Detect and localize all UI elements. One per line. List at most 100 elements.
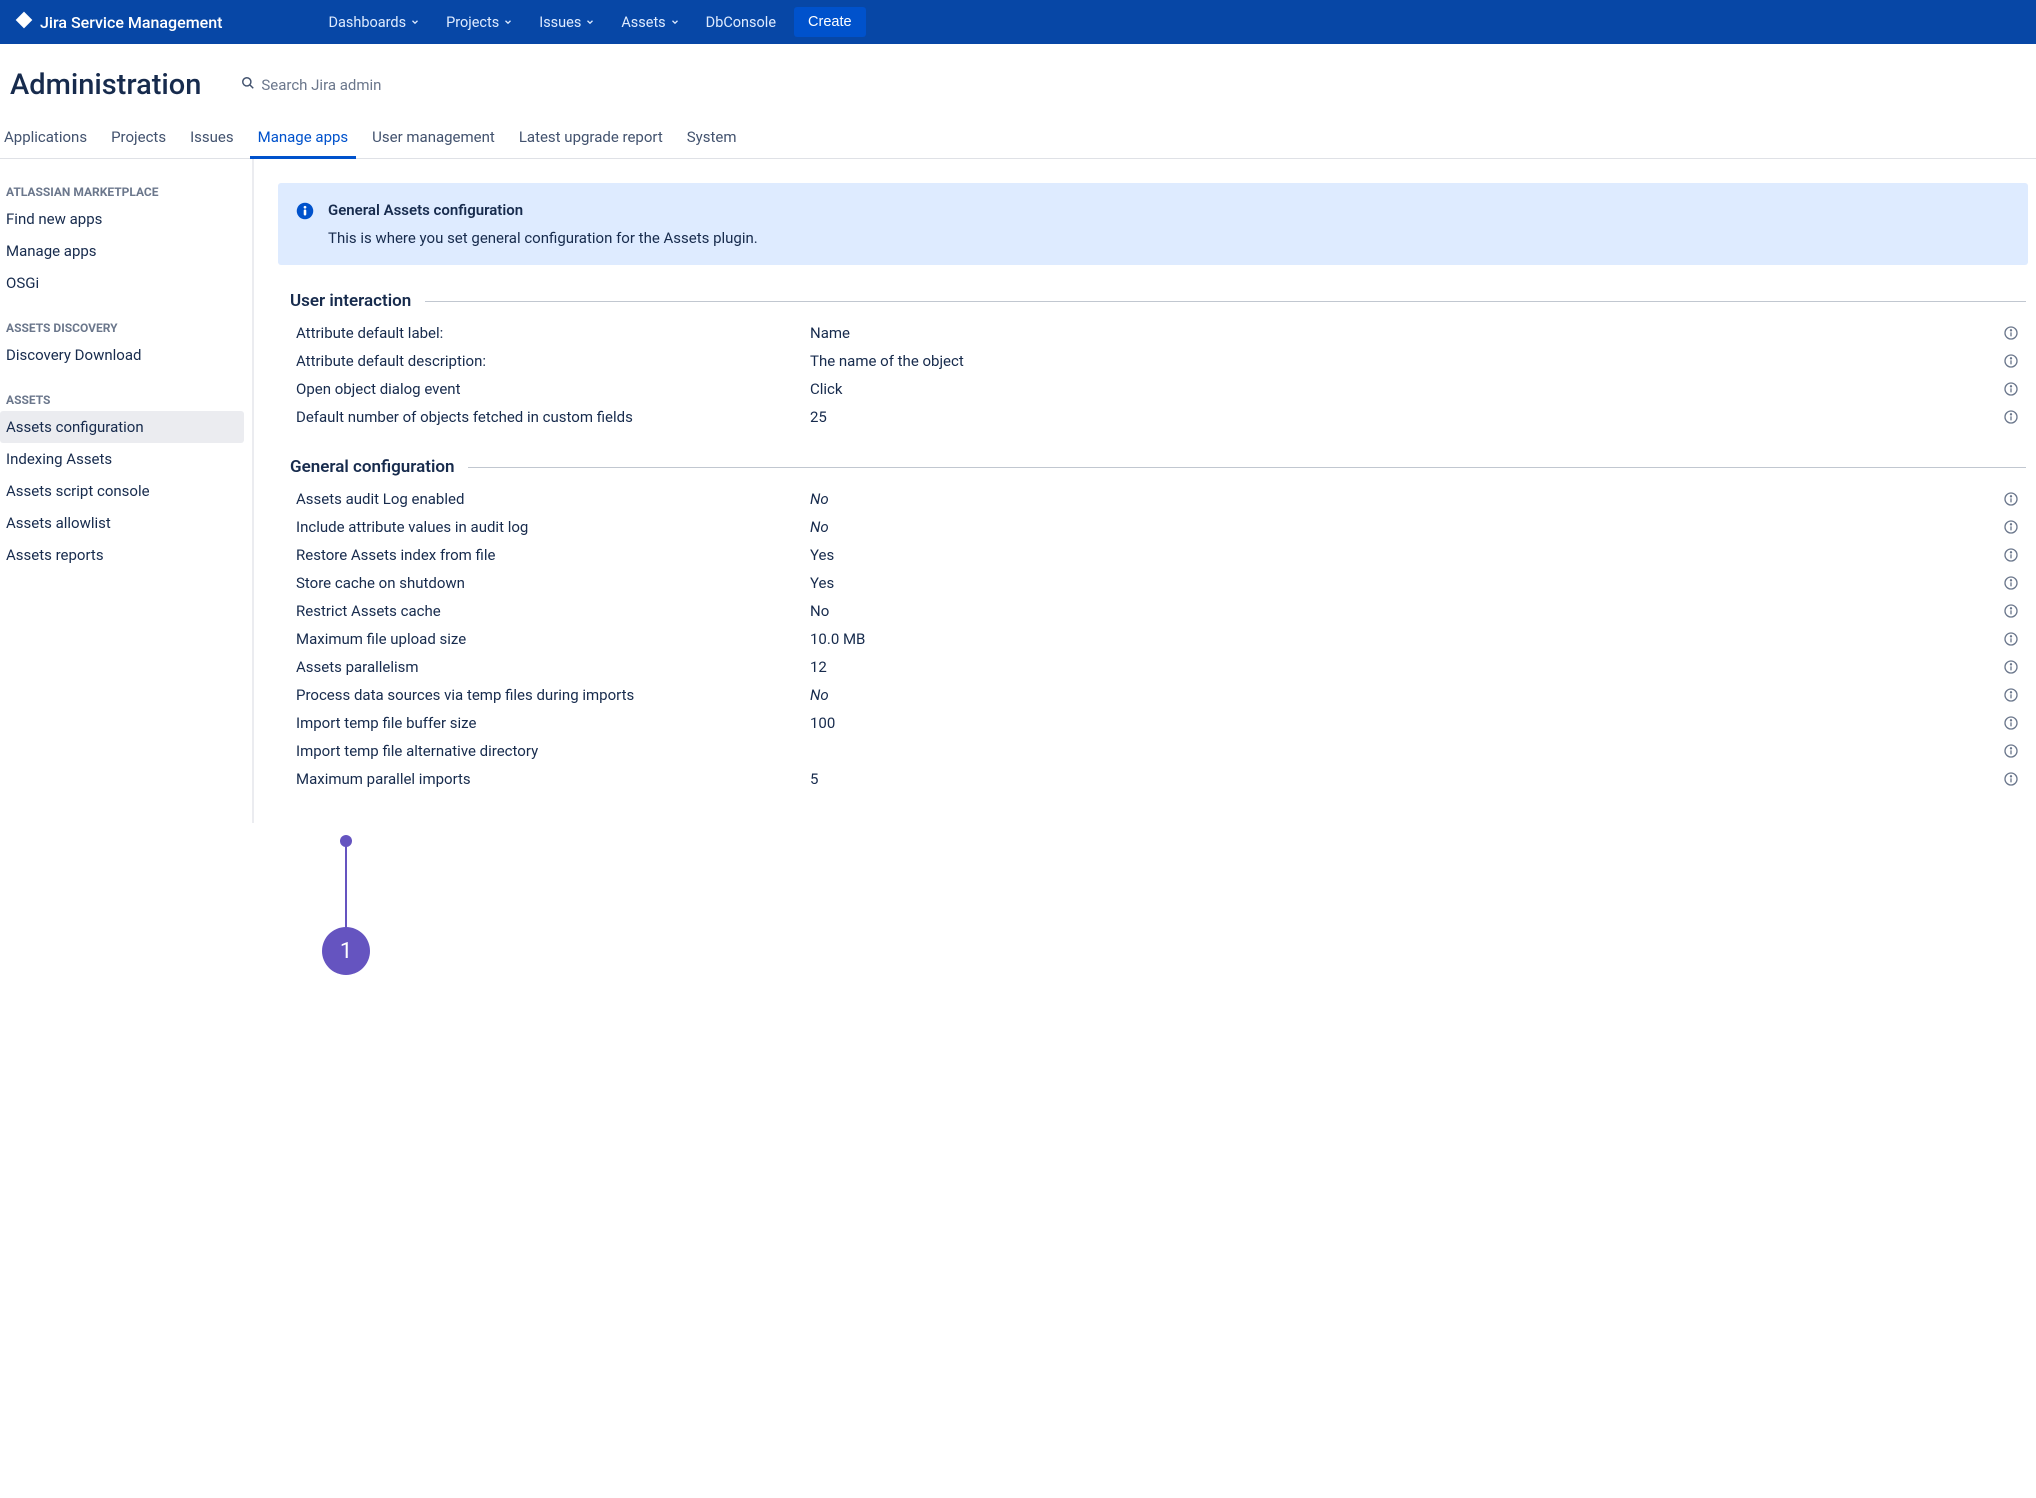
info-icon[interactable] xyxy=(1996,381,2026,397)
sidebar: ATLASSIAN MARKETPLACEFind new appsManage… xyxy=(0,159,254,823)
config-row: Maximum file upload size10.0 MB xyxy=(290,625,2026,653)
config-row: Default number of objects fetched in cus… xyxy=(290,403,2026,431)
info-icon[interactable] xyxy=(1996,325,2026,341)
admin-header: Administration Search Jira admin xyxy=(0,44,2036,118)
primary-nav: Dashboards Projects Issues Assets DbConsole xyxy=(318,8,786,37)
section-divider xyxy=(425,301,2026,302)
config-row-label: Assets audit Log enabled xyxy=(290,490,810,508)
config-row-label: Restore Assets index from file xyxy=(290,546,810,564)
main-content: General Assets configuration This is whe… xyxy=(254,159,2036,823)
chevron-down-icon xyxy=(503,14,513,31)
sidebar-item-manage-apps[interactable]: Manage apps xyxy=(0,235,244,267)
config-row: Store cache on shutdownYes xyxy=(290,569,2026,597)
sidebar-section-header: ATLASSIAN MARKETPLACE xyxy=(6,177,246,203)
nav-item-dbconsole[interactable]: DbConsole xyxy=(696,8,786,37)
config-row-label: Import temp file alternative directory xyxy=(290,742,810,760)
tab-latest-upgrade-report[interactable]: Latest upgrade report xyxy=(507,118,675,158)
info-panel: General Assets configuration This is whe… xyxy=(278,183,2028,265)
config-row-value: 12 xyxy=(810,658,1996,676)
tab-manage-apps[interactable]: Manage apps xyxy=(246,118,361,158)
callout-number-badge: 1 xyxy=(322,927,370,975)
config-row: Attribute default description:The name o… xyxy=(290,347,2026,375)
info-panel-text: General Assets configuration This is whe… xyxy=(328,201,758,247)
sidebar-item-find-new-apps[interactable]: Find new apps xyxy=(0,203,244,235)
config-row-value: 5 xyxy=(810,770,1996,788)
config-row-label: Process data sources via temp files duri… xyxy=(290,686,810,704)
sidebar-item-assets-script-console[interactable]: Assets script console xyxy=(0,475,244,507)
product-logo[interactable]: Jira Service Management xyxy=(14,10,222,34)
section-divider xyxy=(468,467,2026,468)
config-row-value: Yes xyxy=(810,574,1996,592)
config-row-value: Yes xyxy=(810,546,1996,564)
config-row: Restore Assets index from fileYes xyxy=(290,541,2026,569)
nav-item-dashboards[interactable]: Dashboards xyxy=(318,8,430,37)
tab-applications[interactable]: Applications xyxy=(4,118,99,158)
chevron-down-icon xyxy=(670,14,680,31)
config-row: Process data sources via temp files duri… xyxy=(290,681,2026,709)
nav-item-label: Issues xyxy=(539,14,581,31)
chevron-down-icon xyxy=(410,14,420,31)
nav-item-label: Assets xyxy=(621,14,665,31)
search-icon xyxy=(241,76,255,94)
nav-item-label: Dashboards xyxy=(328,14,406,31)
config-row-label: Attribute default label: xyxy=(290,324,810,342)
config-row-label: Store cache on shutdown xyxy=(290,574,810,592)
config-row: Assets audit Log enabledNo xyxy=(290,485,2026,513)
nav-item-projects[interactable]: Projects xyxy=(436,8,523,37)
info-icon[interactable] xyxy=(1996,771,2026,787)
info-icon[interactable] xyxy=(1996,353,2026,369)
config-row-label: Assets parallelism xyxy=(290,658,810,676)
config-section: General configurationAssets audit Log en… xyxy=(278,457,2036,793)
info-icon[interactable] xyxy=(1996,575,2026,591)
create-button[interactable]: Create xyxy=(794,7,866,37)
sidebar-section-header: ASSETS xyxy=(6,385,246,411)
config-row-label: Attribute default description: xyxy=(290,352,810,370)
info-icon xyxy=(296,201,314,247)
sidebar-item-osgi[interactable]: OSGi xyxy=(0,267,244,299)
config-row-value: 10.0 MB xyxy=(810,630,1996,648)
sidebar-item-discovery-download[interactable]: Discovery Download xyxy=(0,339,244,371)
config-row-value: 25 xyxy=(810,408,1996,426)
info-panel-body: This is where you set general configurat… xyxy=(328,229,758,247)
admin-tabs: ApplicationsProjectsIssuesManage appsUse… xyxy=(0,118,2036,159)
config-row: Attribute default label:Name xyxy=(290,319,2026,347)
info-icon[interactable] xyxy=(1996,659,2026,675)
callout-line-icon xyxy=(345,843,348,929)
config-row-value: No xyxy=(810,490,1996,508)
info-icon[interactable] xyxy=(1996,603,2026,619)
config-row-value: No xyxy=(810,602,1996,620)
info-icon[interactable] xyxy=(1996,409,2026,425)
tab-projects[interactable]: Projects xyxy=(99,118,178,158)
config-row-value: No xyxy=(810,686,1996,704)
admin-search[interactable]: Search Jira admin xyxy=(241,76,381,94)
nav-item-label: DbConsole xyxy=(706,14,776,31)
chevron-down-icon xyxy=(585,14,595,31)
sidebar-item-assets-configuration[interactable]: Assets configuration xyxy=(0,411,244,443)
config-row-value: 100 xyxy=(810,714,1996,732)
nav-item-label: Projects xyxy=(446,14,499,31)
sidebar-item-indexing-assets[interactable]: Indexing Assets xyxy=(0,443,244,475)
tab-system[interactable]: System xyxy=(675,118,749,158)
tab-user-management[interactable]: User management xyxy=(360,118,507,158)
sidebar-item-assets-allowlist[interactable]: Assets allowlist xyxy=(0,507,244,539)
nav-item-issues[interactable]: Issues xyxy=(529,8,605,37)
tab-issues[interactable]: Issues xyxy=(178,118,246,158)
info-icon[interactable] xyxy=(1996,547,2026,563)
config-row-label: Include attribute values in audit log xyxy=(290,518,810,536)
info-icon[interactable] xyxy=(1996,687,2026,703)
nav-item-assets[interactable]: Assets xyxy=(611,8,689,37)
config-row-label: Maximum parallel imports xyxy=(290,770,810,788)
config-row-value: Click xyxy=(810,380,1996,398)
info-icon[interactable] xyxy=(1996,715,2026,731)
config-row-label: Restrict Assets cache xyxy=(290,602,810,620)
config-row-label: Open object dialog event xyxy=(290,380,810,398)
config-row: Import temp file alternative directory xyxy=(290,737,2026,765)
info-icon[interactable] xyxy=(1996,743,2026,759)
sidebar-item-assets-reports[interactable]: Assets reports xyxy=(0,539,244,571)
info-icon[interactable] xyxy=(1996,491,2026,507)
jira-logo-icon xyxy=(14,10,34,34)
info-icon[interactable] xyxy=(1996,631,2026,647)
info-icon[interactable] xyxy=(1996,519,2026,535)
page-title: Administration xyxy=(10,68,201,102)
config-row: Restrict Assets cacheNo xyxy=(290,597,2026,625)
